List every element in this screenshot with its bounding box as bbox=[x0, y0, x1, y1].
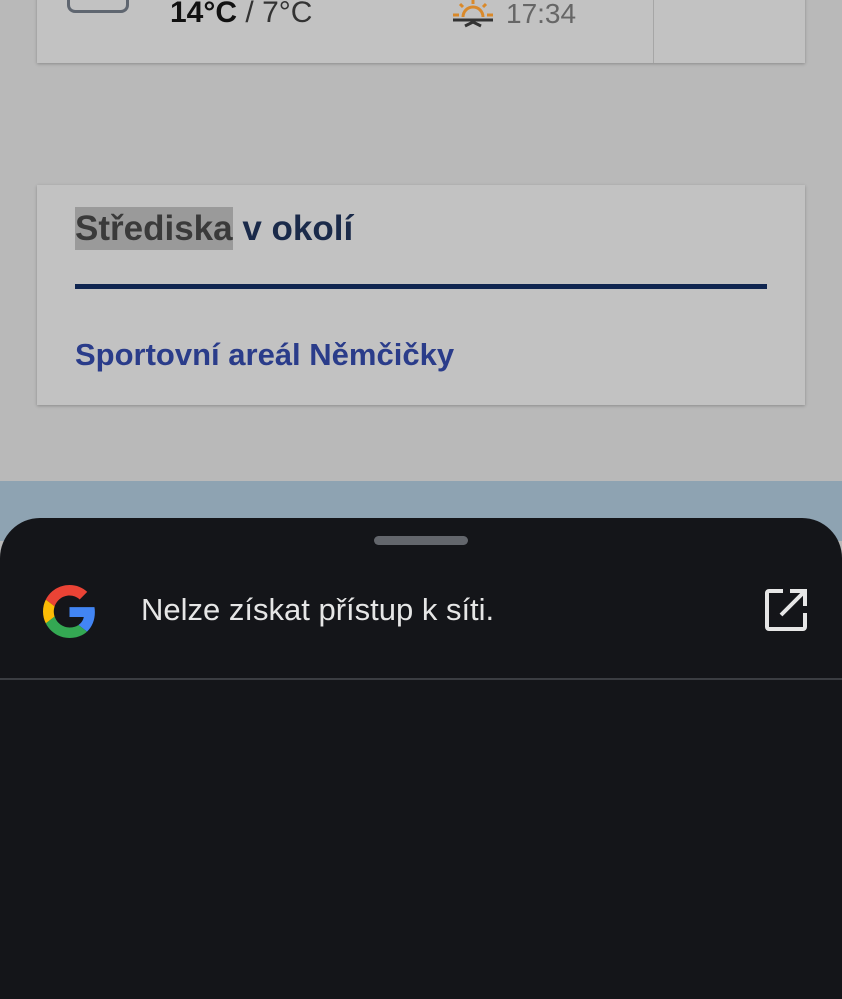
temperature-low: 7°C bbox=[262, 0, 313, 29]
drag-handle[interactable] bbox=[374, 536, 468, 545]
bottom-sheet: Nelze získat přístup k síti. bbox=[0, 518, 842, 999]
network-error-message: Nelze získat přístup k síti. bbox=[141, 592, 495, 627]
open-in-new-icon[interactable] bbox=[763, 587, 809, 633]
sunset-time: 17:34 bbox=[506, 0, 577, 29]
nearby-title: Střediska v okolí bbox=[75, 207, 354, 250]
sheet-divider bbox=[0, 678, 842, 680]
page-background: 14°C / 7°C 17:34 Střediska v okolí Sport… bbox=[0, 0, 842, 481]
weather-card: 14°C / 7°C 17:34 bbox=[37, 0, 805, 63]
sunset-icon bbox=[453, 0, 493, 28]
temperature-high: 14°C bbox=[170, 0, 238, 29]
nearby-title-rest: v okolí bbox=[232, 209, 354, 248]
google-g-icon bbox=[43, 585, 95, 638]
nearby-resort-link[interactable]: Sportovní areál Němčičky bbox=[75, 337, 454, 373]
nearby-resorts-card: Střediska v okolí Sportovní areál Němčič… bbox=[37, 185, 805, 405]
temperature: 14°C / 7°C bbox=[170, 0, 312, 30]
title-underline bbox=[75, 284, 767, 289]
nearby-title-highlight[interactable]: Střediska bbox=[75, 207, 233, 250]
temperature-separator: / bbox=[245, 0, 254, 29]
cloud-icon bbox=[67, 0, 129, 13]
card-divider bbox=[653, 0, 654, 63]
